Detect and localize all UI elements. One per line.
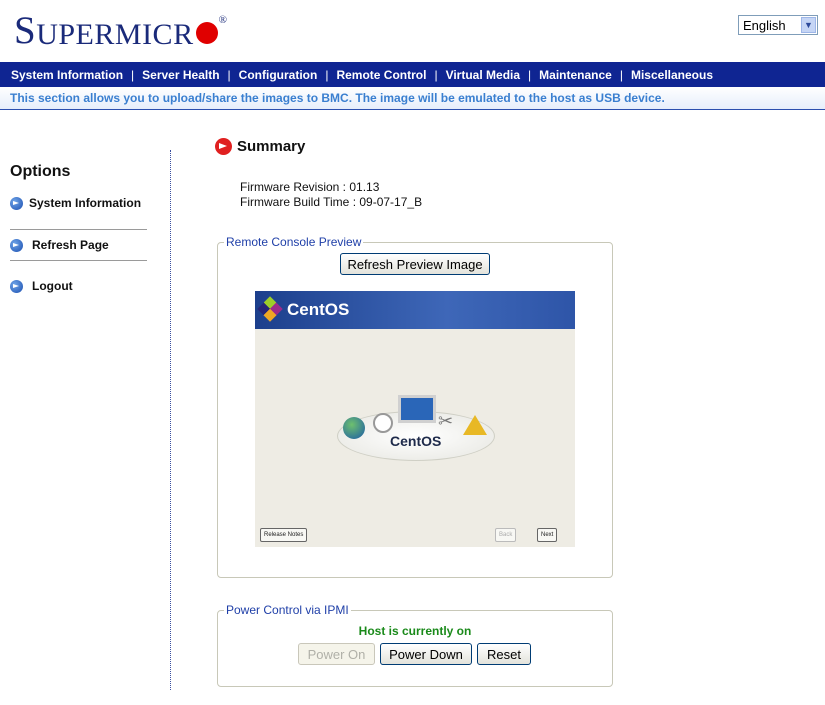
reset-button[interactable]: Reset bbox=[477, 643, 531, 665]
logo-first-letter: S bbox=[14, 9, 37, 52]
firmware-build-time: Firmware Build Time : 09-07-17_B bbox=[240, 195, 423, 209]
preview-release-notes-button: Release Notes bbox=[260, 528, 308, 542]
remote-console-legend: Remote Console Preview bbox=[226, 235, 362, 249]
power-on-button[interactable]: Power On bbox=[298, 643, 375, 665]
refresh-preview-image-button[interactable]: Refresh Preview Image bbox=[340, 253, 490, 275]
power-control-legend: Power Control via IPMI bbox=[226, 603, 349, 617]
sidebar-item-label: Logout bbox=[32, 279, 73, 293]
summary-arrow-icon bbox=[215, 138, 232, 155]
host-status-text: Host is currently on bbox=[358, 624, 472, 638]
preview-brand-text: CentOS bbox=[287, 300, 350, 319]
clock-icon bbox=[373, 413, 393, 433]
nav-system-information[interactable]: System Information bbox=[3, 68, 131, 82]
nav-maintenance[interactable]: Maintenance bbox=[531, 68, 620, 82]
arrow-right-icon bbox=[10, 238, 23, 252]
firmware-revision: Firmware Revision : 01.13 bbox=[240, 180, 380, 194]
logo-registered-mark: ® bbox=[218, 14, 228, 26]
monitor-icon bbox=[398, 395, 436, 423]
arrow-right-icon bbox=[10, 279, 23, 293]
globe-icon bbox=[343, 417, 365, 439]
tools-icon: ✂ bbox=[438, 411, 454, 431]
main-navbar: System Information | Server Health | Con… bbox=[0, 62, 825, 87]
console-preview-image[interactable]: CentOS ✂ CentOS Release Notes Back Next bbox=[255, 291, 575, 547]
nav-configuration[interactable]: Configuration bbox=[231, 68, 326, 82]
section-description: This section allows you to upload/share … bbox=[0, 87, 825, 110]
sidebar-item-label: System Information bbox=[29, 196, 142, 210]
sidebar-separator bbox=[170, 150, 171, 690]
sidebar-divider bbox=[10, 229, 147, 230]
arrow-right-icon bbox=[10, 196, 23, 210]
logo-text: UPERMICR bbox=[36, 18, 194, 51]
nav-server-health[interactable]: Server Health bbox=[134, 68, 227, 82]
sidebar-item-logout[interactable]: Logout bbox=[10, 279, 73, 293]
preview-next-button: Next bbox=[537, 528, 558, 542]
sidebar-item-refresh-page[interactable]: Refresh Page bbox=[10, 238, 109, 252]
nav-virtual-media[interactable]: Virtual Media bbox=[438, 68, 528, 82]
nav-remote-control[interactable]: Remote Control bbox=[328, 68, 434, 82]
ruler-icon bbox=[463, 415, 487, 435]
power-down-button[interactable]: Power Down bbox=[380, 643, 472, 665]
preview-back-button: Back bbox=[495, 528, 517, 542]
sidebar-item-system-information[interactable]: System Information bbox=[10, 196, 141, 210]
sidebar-title: Options bbox=[10, 163, 71, 180]
supermicro-logo: S UPERMICR ® bbox=[14, 10, 227, 50]
chevron-down-icon[interactable]: ▼ bbox=[801, 17, 816, 33]
page-title: Summary bbox=[237, 138, 306, 155]
nav-miscellaneous[interactable]: Miscellaneous bbox=[623, 68, 721, 82]
language-selected-value: English bbox=[743, 18, 786, 33]
sidebar-divider bbox=[10, 260, 147, 261]
logo-red-dot-icon bbox=[195, 22, 218, 44]
language-select[interactable]: English ▼ bbox=[738, 15, 818, 35]
preview-center-text: CentOS bbox=[390, 433, 442, 449]
sidebar-item-label: Refresh Page bbox=[32, 238, 109, 252]
